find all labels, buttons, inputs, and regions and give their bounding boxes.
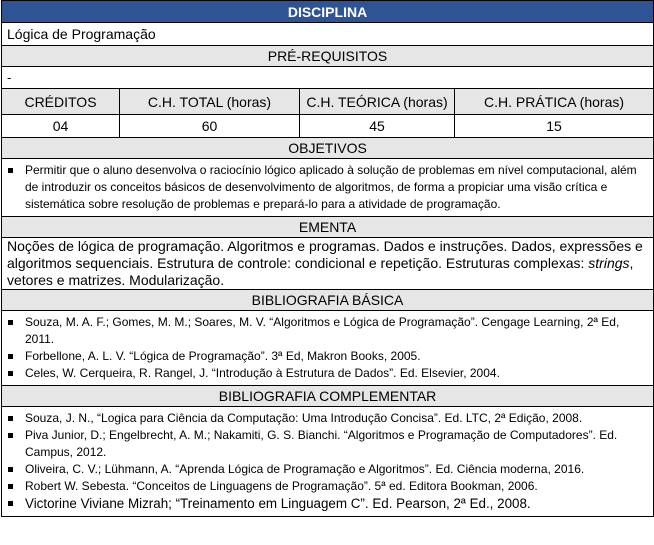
ch-pratica-column-header: C.H. PRÁTICA (horas) [453, 88, 654, 115]
objetivos-header: OBJETIVOS [0, 137, 654, 159]
bullet-icon [8, 484, 13, 489]
bibliografia-complementar-list: Souza, J. N., “Logica para Ciência da Co… [2, 407, 648, 516]
list-item: Permitir que o aluno desenvolva o racioc… [2, 162, 648, 213]
bullet-icon [8, 433, 13, 438]
list-item: Souza, J. N., “Logica para Ciência da Co… [2, 410, 648, 427]
list-item: Souza, M. A. F.; Gomes, M. M.; Soares, M… [2, 314, 648, 348]
list-item: Oliveira, C. V.; Lühmann, A. “Aprenda Ló… [2, 461, 648, 478]
reference-text: Souza, M. A. F.; Gomes, M. M.; Soares, M… [25, 315, 620, 346]
list-item: Piva Junior, D.; Engelbrecht, A. M.; Nak… [2, 427, 648, 461]
creditos-value: 04 [1, 114, 120, 138]
reference-text: Forbellone, A. L. V. “Lógica de Programa… [25, 349, 421, 363]
bibliografia-basica-list: Souza, M. A. F.; Gomes, M. M.; Soares, M… [2, 311, 648, 385]
creditos-column-header: CRÉDITOS [1, 88, 120, 115]
ch-total-value: 60 [119, 114, 300, 138]
ementa-italic-term: strings [588, 255, 630, 271]
disciplina-name: Lógica de Programação [0, 22, 654, 46]
objetivo-text: Permitir que o aluno desenvolva o racioc… [25, 163, 637, 211]
ementa-header: EMENTA [0, 216, 654, 238]
ch-teorica-column-header: C.H. TEÓRICA (horas) [299, 88, 455, 115]
prerequisitos-header: PRÉ-REQUISITOS [0, 45, 654, 67]
ch-pratica-value: 15 [453, 114, 654, 138]
objetivos-content: Permitir que o aluno desenvolva o racioc… [0, 158, 654, 217]
bullet-icon [8, 371, 13, 376]
bullet-icon [8, 501, 13, 506]
prerequisitos-value: - [0, 66, 654, 89]
disciplina-header: DISCIPLINA [0, 0, 654, 23]
list-item: Celes, W. Cerqueira, R. Rangel, J. “Intr… [2, 365, 648, 382]
ementa-content: Noções de lógica de programação. Algorit… [0, 237, 654, 290]
ch-total-column-header: C.H. TOTAL (horas) [119, 88, 300, 115]
reference-text: Souza, J. N., “Logica para Ciência da Co… [25, 411, 583, 425]
reference-text: Piva Junior, D.; Engelbrecht, A. M.; Nak… [25, 428, 618, 459]
bibliografia-basica-content: Souza, M. A. F.; Gomes, M. M.; Soares, M… [0, 310, 654, 386]
bullet-icon [8, 416, 13, 421]
list-item: Forbellone, A. L. V. “Lógica de Programa… [2, 348, 648, 365]
bibliografia-complementar-content: Souza, J. N., “Logica para Ciência da Co… [0, 406, 654, 517]
bullet-icon [8, 320, 13, 325]
reference-text: Robert W. Sebesta. “Conceitos de Linguag… [25, 479, 538, 493]
reference-text: Oliveira, C. V.; Lühmann, A. “Aprenda Ló… [25, 462, 585, 476]
bibliografia-basica-header: BIBLIOGRAFIA BÁSICA [0, 289, 654, 311]
objetivos-list: Permitir que o aluno desenvolva o racioc… [2, 159, 648, 216]
bullet-icon [8, 467, 13, 472]
bibliografia-complementar-header: BIBLIOGRAFIA COMPLEMENTAR [0, 385, 654, 407]
list-item: Robert W. Sebesta. “Conceitos de Linguag… [2, 478, 648, 495]
ementa-text: Noções de lógica de programação. Algorit… [7, 238, 643, 271]
bullet-icon [8, 168, 13, 173]
reference-text: Victorine Viviane Mizrah; “Treinamento e… [25, 496, 531, 511]
reference-text: Celes, W. Cerqueira, R. Rangel, J. “Intr… [25, 366, 500, 380]
list-item: Victorine Viviane Mizrah; “Treinamento e… [2, 495, 648, 513]
course-syllabus-table: DISCIPLINA Lógica de Programação PRÉ-REQ… [0, 0, 654, 517]
bullet-icon [8, 354, 13, 359]
ch-teorica-value: 45 [299, 114, 455, 138]
